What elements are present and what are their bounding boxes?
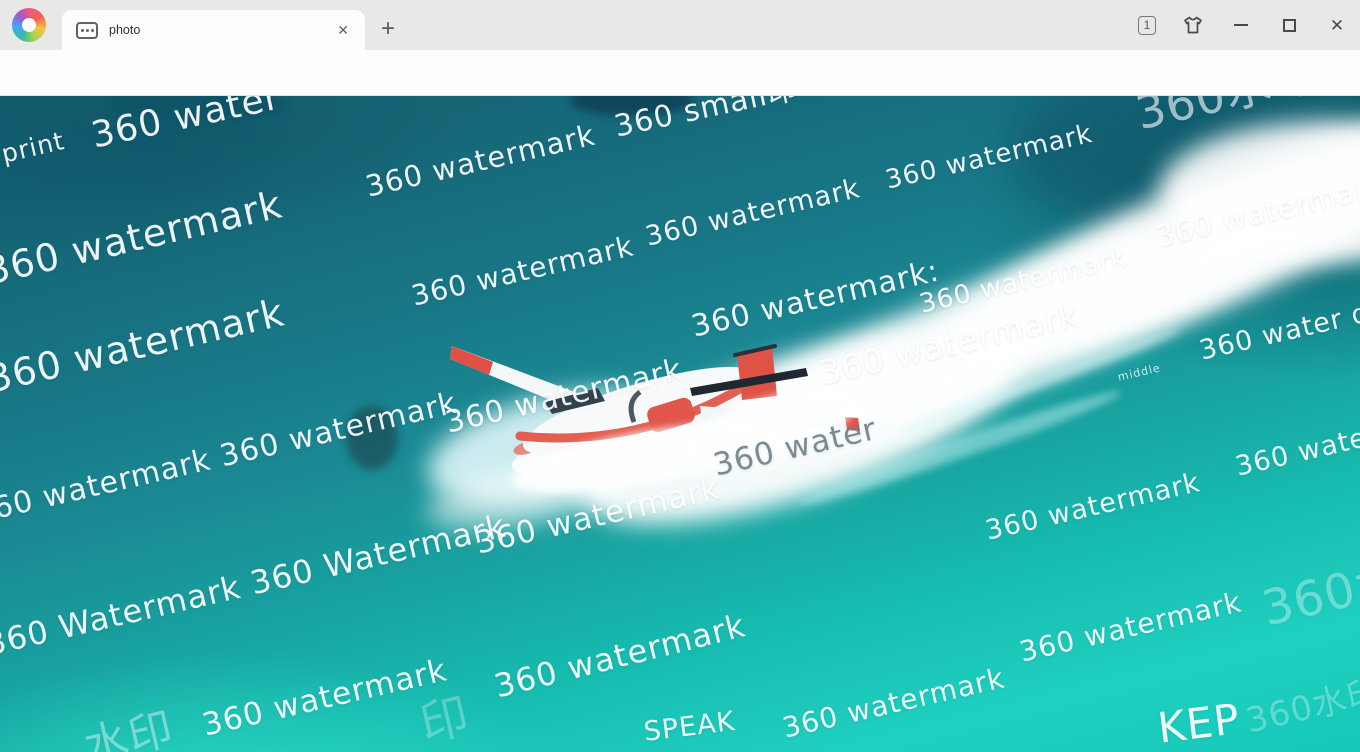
watermark-text: 360 watermark <box>442 352 686 441</box>
window-controls: 1 ✕ <box>1138 0 1352 50</box>
toolbar: ••• <box>0 50 1360 96</box>
watermark-text: 360水 <box>1254 539 1360 640</box>
watermark-text: KEP <box>1155 694 1243 752</box>
watermark-text: 360水印 <box>1240 664 1360 743</box>
watermark-text: 360 watermark: <box>688 253 943 344</box>
watermark-text: 360 watermark <box>199 652 450 743</box>
watermark-text: 印 <box>412 676 476 752</box>
watermark-text: 360 watermark <box>643 173 864 253</box>
watermark-text: 360 wate <box>1233 422 1360 482</box>
close-button[interactable]: ✕ <box>1326 14 1348 36</box>
webpage-content: print360 water360 watermark360 small印360… <box>0 96 1360 752</box>
watermark-text: 360 Watermark 360 Watermark <box>0 507 509 664</box>
maximize-icon <box>1283 19 1296 32</box>
watermark-text: middle <box>1117 361 1162 383</box>
tab-close-icon[interactable]: ✕ <box>333 20 353 41</box>
session-count-badge[interactable]: 1 <box>1138 16 1156 35</box>
watermark-text: 水印 <box>77 693 179 752</box>
minimize-icon <box>1234 24 1248 26</box>
new-tab-button[interactable]: + <box>374 16 402 44</box>
watermark-text: 360 watermark <box>490 606 749 705</box>
watermark-text: 360水印 <box>1129 96 1324 143</box>
watermark-text: 360 watermark <box>1152 168 1360 254</box>
minimize-button[interactable] <box>1230 14 1252 36</box>
watermark-text: 360 watermark <box>0 182 286 293</box>
theme-shirt-icon[interactable] <box>1182 14 1204 36</box>
watermark-text: 360 watermark <box>362 118 598 204</box>
watermark-text: 360 watermark <box>883 119 1096 196</box>
watermark-text: 60 watermark 360 watermark <box>0 386 460 527</box>
browser-window: photo ✕ + 1 ✕ <box>0 0 1360 752</box>
watermark-text: 360 watermark <box>1016 585 1244 668</box>
watermark-text: SPEAK <box>642 706 737 748</box>
watermark-text: print <box>0 126 67 169</box>
watermark-text: 360 water <box>710 411 880 484</box>
browser-logo-icon[interactable] <box>12 8 46 42</box>
watermark-text: 360 watermark <box>0 290 288 401</box>
watermark-text: 360 water days <box>1197 286 1360 366</box>
watermark-text: 360 watermark <box>779 661 1007 744</box>
watermark-text: 360 watermark <box>983 467 1204 547</box>
maximize-button[interactable] <box>1278 14 1300 36</box>
watermark-text: 360 watermark <box>408 229 636 312</box>
watermark-layer: print360 water360 watermark360 small印360… <box>0 96 1360 752</box>
tab-photo[interactable]: photo ✕ <box>62 10 365 50</box>
close-icon: ✕ <box>1330 17 1344 34</box>
watermark-text: 360 water <box>88 96 284 157</box>
watermark-text: 360 small印 <box>609 96 801 146</box>
watermark-text: 360 watermark <box>472 470 723 561</box>
page-favicon-icon <box>76 22 98 39</box>
tab-title: photo <box>109 23 333 37</box>
titlebar: photo ✕ + 1 ✕ <box>0 0 1360 50</box>
